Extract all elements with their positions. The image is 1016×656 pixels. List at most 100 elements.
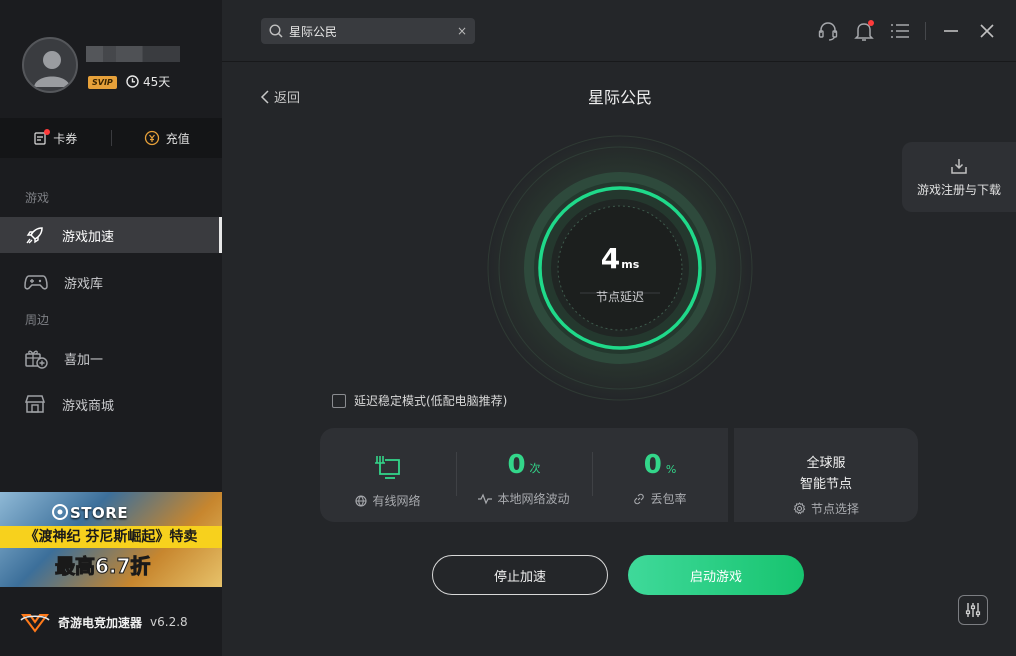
username-blurred	[86, 46, 180, 62]
globe-icon	[355, 494, 368, 507]
latency-gauge: 4ms 节点延迟	[486, 134, 754, 402]
download-label: 游戏注册与下载	[916, 182, 1001, 197]
section-title-games: 游戏	[25, 191, 50, 205]
notifications-button[interactable]	[853, 20, 875, 42]
app-window: SVIP 45天 卡券 充值 游戏 游戏加速 游戏库 周边 喜加一 游戏商城 S…	[0, 0, 1016, 656]
network-stats-card: 有线网络 0 次 本地网络波动 0 % 丢包率	[320, 428, 728, 522]
loss-unit: %	[665, 463, 677, 476]
banner-store-text: STORE	[70, 504, 129, 522]
sidebar-item-label: 游戏加速	[62, 229, 115, 245]
loss-label: 丢包率	[650, 492, 687, 506]
stat-label: 丢包率	[633, 490, 687, 507]
stable-mode-label: 延迟稳定模式(低配电脑推荐)	[354, 394, 508, 408]
latency-label: 节点延迟	[595, 290, 644, 304]
close-button[interactable]	[976, 20, 998, 42]
brand-logo-icon	[20, 614, 50, 633]
stable-mode-checkbox[interactable]: 延迟稳定模式(低配电脑推荐)	[332, 392, 507, 409]
wallet-bar: 卡券 充值	[0, 118, 222, 158]
jitter-value: 0	[507, 450, 526, 480]
notification-dot	[868, 20, 874, 26]
gear-icon	[793, 502, 806, 515]
sidebar-item-game-library[interactable]: 游戏库	[0, 264, 222, 300]
loss-value: 0	[643, 450, 662, 480]
sidebar-item-label: 游戏商城	[62, 398, 115, 414]
link-icon	[634, 493, 645, 504]
clear-search-button[interactable]: ×	[457, 24, 467, 38]
banner-discount: 最高6.7折	[54, 554, 151, 579]
menu-button[interactable]	[889, 20, 911, 42]
game-register-download-button[interactable]: 游戏注册与下载	[902, 142, 1016, 212]
promo-banner[interactable]: STORE 《渡神纪 芬尼斯崛起》特卖 最高6.7折	[0, 492, 222, 587]
headset-icon	[818, 22, 838, 41]
top-bar: ×	[222, 0, 1016, 62]
customer-service-button[interactable]	[817, 20, 839, 42]
latency-value: 4	[600, 242, 621, 275]
back-label: 返回	[274, 91, 301, 106]
minimize-button[interactable]	[940, 20, 962, 42]
window-toolbar	[817, 20, 998, 42]
server-region: 全球服	[806, 456, 846, 471]
jitter-unit: 次	[529, 462, 541, 475]
sidebar-item-game-store[interactable]: 游戏商城	[0, 386, 222, 422]
pulse-icon	[478, 493, 493, 504]
store-icon	[24, 395, 46, 413]
stat-jitter: 0 次 本地网络波动	[456, 428, 592, 522]
sidebar-item-label: 喜加一	[64, 352, 104, 368]
sidebar-item-free-games[interactable]: 喜加一	[0, 340, 222, 376]
node-select-card[interactable]: 全球服 智能节点 节点选择	[734, 428, 918, 522]
toolbar-divider	[925, 22, 926, 40]
coupon-icon	[33, 129, 51, 145]
rocket-icon	[26, 227, 43, 244]
ethernet-icon	[375, 456, 400, 479]
sliders-icon	[965, 603, 981, 617]
chevron-left-icon	[260, 89, 269, 104]
gamepad-icon	[24, 275, 48, 290]
sidebar: SVIP 45天 卡券 充值 游戏 游戏加速 游戏库 周边 喜加一 游戏商城 S…	[0, 0, 222, 656]
stat-network-type: 有线网络	[320, 428, 456, 522]
sidebar-item-label: 游戏库	[64, 276, 104, 292]
stat-value: 0 %	[644, 450, 677, 478]
download-icon	[951, 158, 967, 174]
node-select-label: 节点选择	[810, 502, 859, 516]
app-version: v6.2.8	[150, 615, 188, 629]
coin-icon	[144, 130, 159, 146]
gift-plus-icon	[25, 350, 48, 369]
latency-unit: ms	[621, 258, 640, 271]
close-icon	[980, 24, 994, 38]
clock-icon	[126, 75, 139, 88]
banner-title: 《渡神纪 芬尼斯崛起》特卖	[0, 526, 222, 548]
membership-days: 45天	[126, 73, 170, 90]
back-button[interactable]: 返回	[260, 87, 300, 106]
recharge-label: 充值	[165, 131, 190, 146]
recharge-button[interactable]: 充值	[112, 130, 223, 147]
store-logo-icon	[52, 504, 68, 520]
stat-value	[373, 452, 403, 480]
brand-footer: 奇游电竞加速器 v6.2.8	[0, 598, 222, 646]
stat-value: 0 次	[507, 450, 540, 478]
search-box: ×	[261, 18, 475, 44]
section-title-around: 周边	[25, 313, 50, 327]
coupon-label: 卡券	[53, 131, 78, 146]
sidebar-item-game-boost[interactable]: 游戏加速	[0, 217, 222, 253]
coupon-button[interactable]: 卡券	[0, 129, 111, 147]
list-menu-icon	[891, 24, 909, 38]
search-icon	[269, 24, 283, 38]
checkbox-box[interactable]	[332, 393, 346, 408]
node-mode: 智能节点	[799, 477, 852, 492]
latency-readout: 4ms	[486, 242, 754, 275]
svip-badge: SVIP	[88, 76, 117, 89]
wired-label: 有线网络	[372, 494, 421, 508]
page-title: 星际公民	[587, 88, 652, 107]
settings-adjust-button[interactable]	[958, 595, 988, 625]
jitter-label: 本地网络波动	[497, 492, 570, 506]
node-select-label-wrap: 节点选择	[793, 500, 859, 517]
start-game-button[interactable]: 启动游戏	[628, 555, 804, 595]
stat-label: 本地网络波动	[478, 490, 570, 507]
days-text: 45天	[143, 75, 171, 89]
search-input[interactable]	[289, 21, 451, 41]
stat-packet-loss: 0 % 丢包率	[592, 428, 728, 522]
user-icon	[34, 51, 70, 87]
stop-boost-button[interactable]: 停止加速	[432, 555, 608, 595]
avatar[interactable]	[22, 37, 78, 93]
minimize-icon	[944, 30, 958, 32]
